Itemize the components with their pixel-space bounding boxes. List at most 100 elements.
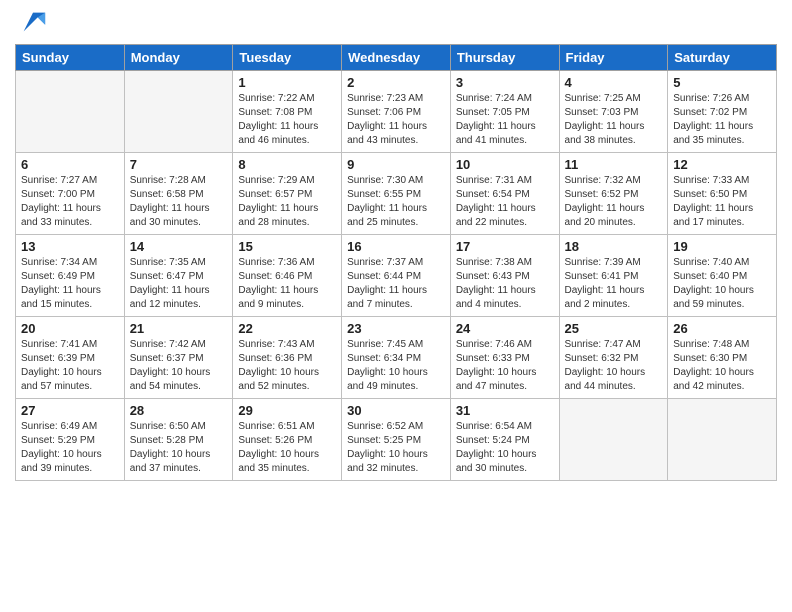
- header-row: SundayMondayTuesdayWednesdayThursdayFrid…: [16, 45, 777, 71]
- day-info: Sunrise: 7:35 AMSunset: 6:47 PMDaylight:…: [130, 256, 228, 312]
- calendar-cell: 28 Sunrise: 6:50 AMSunset: 5:28 PMDayligh…: [124, 399, 233, 481]
- calendar-cell: 26 Sunrise: 7:48 AMSunset: 6:30 PMDayligh…: [668, 317, 777, 399]
- calendar-cell: 14 Sunrise: 7:35 AMSunset: 6:47 PMDayligh…: [124, 235, 233, 317]
- calendar-cell: 30 Sunrise: 6:52 AMSunset: 5:25 PMDayligh…: [342, 399, 451, 481]
- day-number: 6: [21, 157, 119, 172]
- calendar-cell: 11 Sunrise: 7:32 AMSunset: 6:52 PMDayligh…: [559, 153, 668, 235]
- day-number: 2: [347, 75, 445, 90]
- day-info: Sunrise: 7:32 AMSunset: 6:52 PMDaylight:…: [565, 174, 663, 230]
- header-day-thursday: Thursday: [450, 45, 559, 71]
- day-info: Sunrise: 7:38 AMSunset: 6:43 PMDaylight:…: [456, 256, 554, 312]
- week-row-2: 6 Sunrise: 7:27 AMSunset: 7:00 PMDaylight…: [16, 153, 777, 235]
- day-info: Sunrise: 6:54 AMSunset: 5:24 PMDaylight:…: [456, 420, 554, 476]
- day-number: 8: [238, 157, 336, 172]
- calendar-cell: 15Sunrise: 7:36 AMSunset: 6:46 PMDayligh…: [233, 235, 342, 317]
- day-info: Sunrise: 7:40 AMSunset: 6:40 PMDaylight:…: [673, 256, 771, 312]
- day-number: 19: [673, 239, 771, 254]
- day-number: 27: [21, 403, 119, 418]
- calendar-cell: 31 Sunrise: 6:54 AMSunset: 5:24 PMDayligh…: [450, 399, 559, 481]
- day-number: 11: [565, 157, 663, 172]
- calendar-body: 1 Sunrise: 7:22 AMSunset: 7:08 PMDaylight…: [16, 71, 777, 481]
- header: [15, 10, 777, 36]
- day-number: 24: [456, 321, 554, 336]
- day-info: Sunrise: 7:45 AMSunset: 6:34 PMDaylight:…: [347, 338, 445, 394]
- day-info: Sunrise: 7:39 AMSunset: 6:41 PMDaylight:…: [565, 256, 663, 312]
- calendar-cell: 4Sunrise: 7:25 AMSunset: 7:03 PMDaylight…: [559, 71, 668, 153]
- day-info: Sunrise: 7:46 AMSunset: 6:33 PMDaylight:…: [456, 338, 554, 394]
- day-info: Sunrise: 7:30 AMSunset: 6:55 PMDaylight:…: [347, 174, 445, 230]
- day-number: 14: [130, 239, 228, 254]
- day-number: 21: [130, 321, 228, 336]
- day-number: 31: [456, 403, 554, 418]
- week-row-3: 13 Sunrise: 7:34 AMSunset: 6:49 PMDayligh…: [16, 235, 777, 317]
- day-info: Sunrise: 7:22 AMSunset: 7:08 PMDaylight:…: [238, 92, 336, 148]
- page: SundayMondayTuesdayWednesdayThursdayFrid…: [0, 0, 792, 612]
- day-number: 7: [130, 157, 228, 172]
- day-info: Sunrise: 7:41 AMSunset: 6:39 PMDaylight:…: [21, 338, 119, 394]
- calendar-cell: 21Sunrise: 7:42 AMSunset: 6:37 PMDayligh…: [124, 317, 233, 399]
- day-number: 4: [565, 75, 663, 90]
- day-info: Sunrise: 6:52 AMSunset: 5:25 PMDaylight:…: [347, 420, 445, 476]
- day-number: 28: [130, 403, 228, 418]
- day-info: Sunrise: 7:29 AMSunset: 6:57 PMDaylight:…: [238, 174, 336, 230]
- calendar-table: SundayMondayTuesdayWednesdayThursdayFrid…: [15, 44, 777, 481]
- calendar-cell: 7 Sunrise: 7:28 AMSunset: 6:58 PMDaylight…: [124, 153, 233, 235]
- calendar-cell: 22 Sunrise: 7:43 AMSunset: 6:36 PMDayligh…: [233, 317, 342, 399]
- day-number: 3: [456, 75, 554, 90]
- calendar-cell: 9 Sunrise: 7:30 AMSunset: 6:55 PMDaylight…: [342, 153, 451, 235]
- calendar-cell: 13 Sunrise: 7:34 AMSunset: 6:49 PMDayligh…: [16, 235, 125, 317]
- day-info: Sunrise: 6:50 AMSunset: 5:28 PMDaylight:…: [130, 420, 228, 476]
- day-info: Sunrise: 7:48 AMSunset: 6:30 PMDaylight:…: [673, 338, 771, 394]
- calendar-cell: 6 Sunrise: 7:27 AMSunset: 7:00 PMDaylight…: [16, 153, 125, 235]
- day-number: 9: [347, 157, 445, 172]
- day-number: 25: [565, 321, 663, 336]
- day-info: Sunrise: 7:24 AMSunset: 7:05 PMDaylight:…: [456, 92, 554, 148]
- day-info: Sunrise: 7:26 AMSunset: 7:02 PMDaylight:…: [673, 92, 771, 148]
- calendar-cell: 10 Sunrise: 7:31 AMSunset: 6:54 PMDayligh…: [450, 153, 559, 235]
- calendar-cell: 20 Sunrise: 7:41 AMSunset: 6:39 PMDayligh…: [16, 317, 125, 399]
- calendar-cell: [124, 71, 233, 153]
- day-number: 1: [238, 75, 336, 90]
- day-number: 17: [456, 239, 554, 254]
- day-number: 5: [673, 75, 771, 90]
- calendar-cell: 5 Sunrise: 7:26 AMSunset: 7:02 PMDaylight…: [668, 71, 777, 153]
- calendar-cell: 19 Sunrise: 7:40 AMSunset: 6:40 PMDayligh…: [668, 235, 777, 317]
- day-number: 23: [347, 321, 445, 336]
- header-day-wednesday: Wednesday: [342, 45, 451, 71]
- header-day-friday: Friday: [559, 45, 668, 71]
- header-day-sunday: Sunday: [16, 45, 125, 71]
- calendar-cell: 17 Sunrise: 7:38 AMSunset: 6:43 PMDayligh…: [450, 235, 559, 317]
- calendar-header: SundayMondayTuesdayWednesdayThursdayFrid…: [16, 45, 777, 71]
- day-number: 12: [673, 157, 771, 172]
- logo-icon: [19, 8, 47, 36]
- logo: [15, 10, 47, 36]
- calendar-cell: 27 Sunrise: 6:49 AMSunset: 5:29 PMDayligh…: [16, 399, 125, 481]
- week-row-4: 20 Sunrise: 7:41 AMSunset: 6:39 PMDayligh…: [16, 317, 777, 399]
- calendar-cell: 3 Sunrise: 7:24 AMSunset: 7:05 PMDaylight…: [450, 71, 559, 153]
- day-info: Sunrise: 7:33 AMSunset: 6:50 PMDaylight:…: [673, 174, 771, 230]
- day-number: 13: [21, 239, 119, 254]
- day-info: Sunrise: 7:37 AMSunset: 6:44 PMDaylight:…: [347, 256, 445, 312]
- day-number: 29: [238, 403, 336, 418]
- day-info: Sunrise: 7:34 AMSunset: 6:49 PMDaylight:…: [21, 256, 119, 312]
- day-number: 20: [21, 321, 119, 336]
- day-info: Sunrise: 7:27 AMSunset: 7:00 PMDaylight:…: [21, 174, 119, 230]
- header-day-tuesday: Tuesday: [233, 45, 342, 71]
- day-number: 22: [238, 321, 336, 336]
- day-info: Sunrise: 7:31 AMSunset: 6:54 PMDaylight:…: [456, 174, 554, 230]
- day-number: 18: [565, 239, 663, 254]
- calendar-cell: [559, 399, 668, 481]
- header-day-saturday: Saturday: [668, 45, 777, 71]
- day-info: Sunrise: 6:49 AMSunset: 5:29 PMDaylight:…: [21, 420, 119, 476]
- day-info: Sunrise: 6:51 AMSunset: 5:26 PMDaylight:…: [238, 420, 336, 476]
- day-info: Sunrise: 7:43 AMSunset: 6:36 PMDaylight:…: [238, 338, 336, 394]
- calendar-cell: 29 Sunrise: 6:51 AMSunset: 5:26 PMDayligh…: [233, 399, 342, 481]
- calendar-cell: 8 Sunrise: 7:29 AMSunset: 6:57 PMDaylight…: [233, 153, 342, 235]
- day-number: 30: [347, 403, 445, 418]
- day-number: 10: [456, 157, 554, 172]
- calendar-cell: [668, 399, 777, 481]
- day-number: 26: [673, 321, 771, 336]
- day-info: Sunrise: 7:28 AMSunset: 6:58 PMDaylight:…: [130, 174, 228, 230]
- calendar-cell: 25Sunrise: 7:47 AMSunset: 6:32 PMDayligh…: [559, 317, 668, 399]
- calendar-cell: 23 Sunrise: 7:45 AMSunset: 6:34 PMDayligh…: [342, 317, 451, 399]
